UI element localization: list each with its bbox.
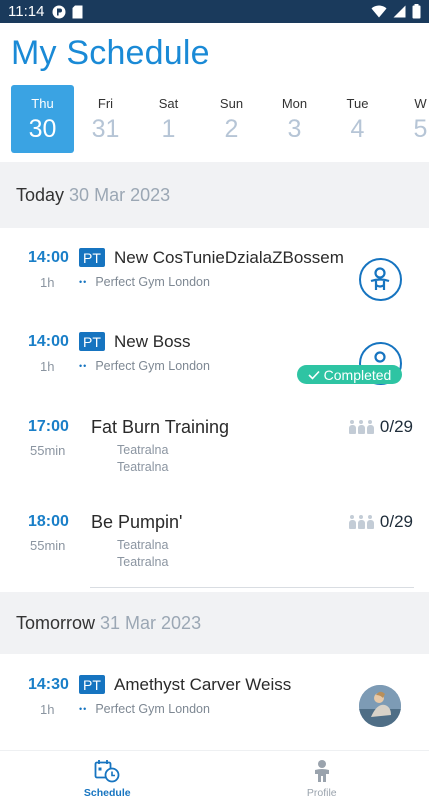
bottom-nav: Schedule Profile: [0, 750, 429, 810]
day-item-tue[interactable]: Tue 4: [326, 85, 389, 153]
capacity-value: 0/29: [379, 512, 413, 531]
completed-label: Completed: [323, 366, 392, 383]
wifi-icon: [371, 5, 387, 18]
section-label: Today: [16, 184, 65, 205]
app-notification-icon: [52, 5, 66, 18]
section-header-today: Today 30 Mar 2023: [0, 162, 429, 228]
day-number: 5: [413, 115, 428, 143]
day-name: Thu: [31, 96, 54, 111]
item-time: 14:30: [28, 676, 69, 693]
day-number: 30: [28, 115, 57, 143]
item-location: Teatralna Teatralna: [117, 442, 168, 476]
day-item-mon[interactable]: Mon 3: [263, 85, 326, 153]
location-icon: ••: [79, 704, 88, 714]
item-duration: 1h: [40, 275, 55, 290]
day-name: Fri: [97, 96, 114, 111]
schedule-icon: [94, 760, 120, 783]
day-number: 2: [224, 115, 239, 143]
item-duration: 1h: [40, 702, 55, 717]
day-number: 3: [287, 115, 302, 143]
people-icon: [348, 420, 374, 434]
day-number: 1: [161, 115, 176, 143]
item-title: New Boss: [114, 332, 191, 351]
day-item-wed[interactable]: W 5: [389, 85, 429, 153]
item-title: Fat Burn Training: [91, 417, 230, 437]
battery-icon: [412, 4, 421, 19]
people-icon: [348, 515, 374, 529]
day-name: W: [414, 96, 427, 111]
section-label: Tomorrow: [16, 612, 96, 633]
item-title: Amethyst Carver Weiss: [114, 675, 292, 694]
pt-badge: PT: [79, 248, 105, 267]
class-capacity: 0/29: [348, 512, 413, 532]
location-label: Perfect Gym London: [95, 359, 210, 373]
item-duration: 1h: [40, 359, 55, 374]
schedule-item[interactable]: 14:00 1h PT New Boss •• Perfect Gym Lond…: [0, 320, 429, 405]
item-location: •• Perfect Gym London: [79, 702, 210, 716]
trainer-photo-avatar: [359, 685, 401, 727]
pt-badge: PT: [79, 332, 105, 351]
item-duration: 55min: [30, 443, 66, 458]
nav-label: Schedule: [83, 787, 131, 799]
item-time: 14:00: [28, 333, 69, 350]
location-label: Perfect Gym London: [95, 702, 210, 716]
status-bar: 11:14: [0, 0, 429, 23]
check-icon: [308, 370, 320, 380]
item-time: 18:00: [28, 513, 69, 530]
sd-card-icon: [72, 5, 83, 18]
location-line: Teatralna: [117, 555, 169, 569]
item-title: Be Pumpin': [91, 512, 183, 532]
nav-profile[interactable]: Profile: [215, 751, 429, 810]
section-date: 31 Mar 2023: [100, 612, 202, 633]
day-number: 31: [91, 115, 120, 143]
location-line: Teatralna: [117, 538, 169, 552]
capacity-value: 0/29: [379, 417, 413, 436]
section-header-tomorrow: Tomorrow 31 Mar 2023: [0, 592, 429, 654]
section-date: 30 Mar 2023: [69, 184, 171, 205]
item-location: •• Perfect Gym London: [79, 275, 210, 289]
schedule-item[interactable]: 18:00 55min Be Pumpin' Teatralna Teatral…: [0, 500, 429, 588]
trainer-avatar-icon: [359, 258, 402, 301]
day-name: Mon: [281, 96, 308, 111]
completed-badge: Completed: [297, 365, 402, 384]
class-capacity: 0/29: [348, 417, 413, 437]
nav-label: Profile: [306, 787, 337, 799]
day-item-sun[interactable]: Sun 2: [200, 85, 263, 153]
item-location: •• Perfect Gym London: [79, 359, 210, 373]
status-time: 11:14: [8, 3, 45, 20]
day-item-fri[interactable]: Fri 31: [74, 85, 137, 153]
divider: [90, 587, 414, 588]
location-line: Teatralna: [117, 460, 169, 474]
item-time: 14:00: [28, 249, 69, 266]
day-selector: Thu 30 Fri 31 Sat 1 Sun 2 Mon 3 Tue 4 W …: [0, 85, 429, 155]
profile-icon: [314, 760, 329, 782]
day-number: 4: [350, 115, 365, 143]
item-time: 17:00: [28, 418, 69, 435]
location-icon: ••: [79, 277, 88, 287]
location-label: Perfect Gym London: [95, 275, 210, 289]
page-title: My Schedule: [11, 34, 210, 72]
signal-icon: [393, 5, 406, 18]
day-item-thu[interactable]: Thu 30: [11, 85, 74, 153]
item-title: New CosTunieDzialaZBossem: [114, 248, 344, 267]
item-location: Teatralna Teatralna: [117, 537, 168, 571]
location-icon: ••: [79, 361, 88, 371]
nav-schedule[interactable]: Schedule: [0, 751, 215, 810]
schedule-item[interactable]: 17:00 55min Fat Burn Training Teatralna …: [0, 405, 429, 500]
schedule-item[interactable]: 14:00 1h PT New CosTunieDzialaZBossem ••…: [0, 230, 429, 320]
day-name: Sun: [219, 96, 244, 111]
day-name: Sat: [158, 96, 179, 111]
day-name: Tue: [346, 96, 369, 111]
day-item-sat[interactable]: Sat 1: [137, 85, 200, 153]
item-duration: 55min: [30, 538, 66, 553]
pt-badge: PT: [79, 675, 105, 694]
location-line: Teatralna: [117, 443, 169, 457]
